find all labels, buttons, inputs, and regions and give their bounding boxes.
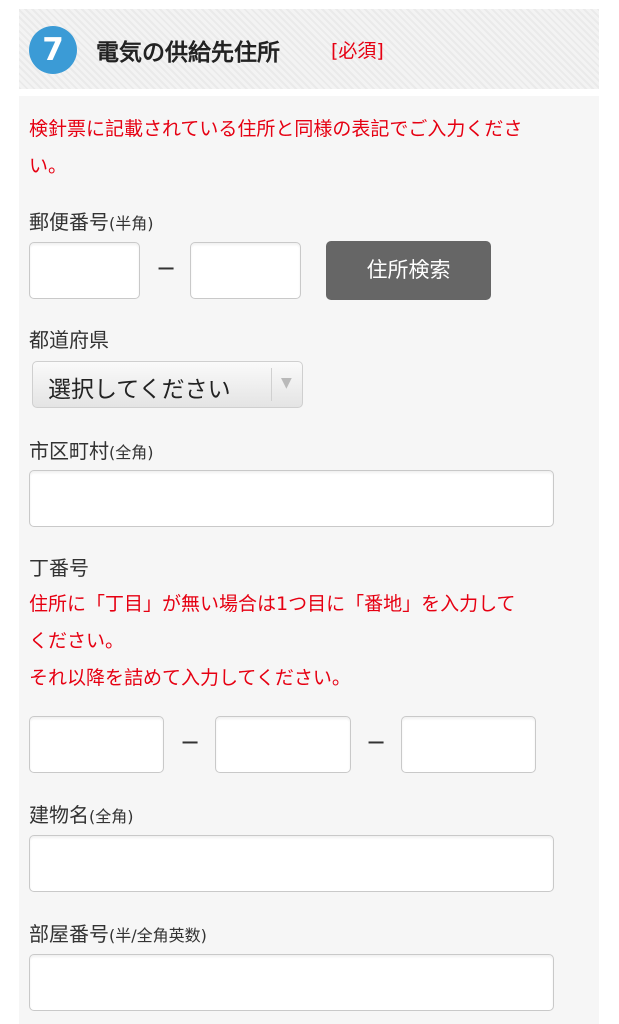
section-title: 電気の供給先住所 [96, 40, 280, 66]
block-number-second-input[interactable] [215, 716, 351, 773]
block-number-label: 丁番号 [29, 556, 89, 580]
section-header: 7 電気の供給先住所 [必須] [19, 9, 599, 89]
prefecture-select[interactable]: 選択してください ▼ [32, 361, 303, 408]
block-note-line-3: それ以降を詰めて入力してください。 [29, 667, 351, 689]
address-form-page: 7 電気の供給先住所 [必須] 検針票に記載されている住所と同様の表記でご入力く… [0, 0, 619, 1024]
step-number-badge: 7 [29, 26, 77, 74]
triangle-down-icon: ▼ [281, 375, 292, 391]
room-number-label-note: (半/全角英数) [109, 926, 207, 945]
address-search-button[interactable]: 住所検索 [326, 241, 491, 300]
room-number-label-text: 部屋番号 [29, 922, 109, 946]
city-label-text: 市区町村 [29, 439, 109, 463]
city-label-note: (全角) [109, 443, 154, 462]
required-tag: [必須] [331, 40, 384, 62]
prefecture-select-value: 選択してください [48, 377, 231, 403]
room-number-label: 部屋番号(半/全角英数) [29, 918, 207, 947]
building-name-label: 建物名(全角) [29, 799, 134, 828]
instruction-line-1: 検針票に記載されている住所と同様の表記でご入力くださ [29, 118, 523, 140]
city-input[interactable] [29, 470, 554, 527]
block-number-third-input[interactable] [401, 716, 536, 773]
select-divider [271, 368, 272, 401]
room-number-input[interactable] [29, 954, 554, 1011]
block-number-first-input[interactable] [29, 716, 164, 773]
block-number-note: 住所に「丁目」が無い場合は1つ目に「番地」を入力して ください。 それ以降を詰め… [29, 586, 589, 697]
block-separator-2: − [366, 728, 387, 756]
block-separator-1: − [180, 728, 201, 756]
building-name-label-text: 建物名 [29, 803, 89, 827]
block-note-line-2: ください。 [29, 630, 125, 652]
prefecture-label: 都道府県 [29, 328, 109, 352]
city-label: 市区町村(全角) [29, 435, 154, 464]
instruction-line-2: い。 [29, 155, 68, 177]
postal-code-separator: − [156, 254, 177, 282]
postal-code-first-input[interactable] [29, 242, 140, 299]
form-body: 検針票に記載されている住所と同様の表記でご入力くださ い。 郵便番号(半角) −… [19, 96, 599, 1024]
building-name-input[interactable] [29, 835, 554, 892]
postal-code-second-input[interactable] [190, 242, 301, 299]
block-note-line-1: 住所に「丁目」が無い場合は1つ目に「番地」を入力して [29, 593, 516, 615]
postal-code-label-note: (半角) [109, 214, 154, 233]
instruction-text: 検針票に記載されている住所と同様の表記でご入力くださ い。 [29, 111, 589, 185]
building-name-label-note: (全角) [89, 807, 134, 826]
postal-code-label: 郵便番号(半角) [29, 206, 154, 235]
postal-code-label-text: 郵便番号 [29, 210, 109, 234]
